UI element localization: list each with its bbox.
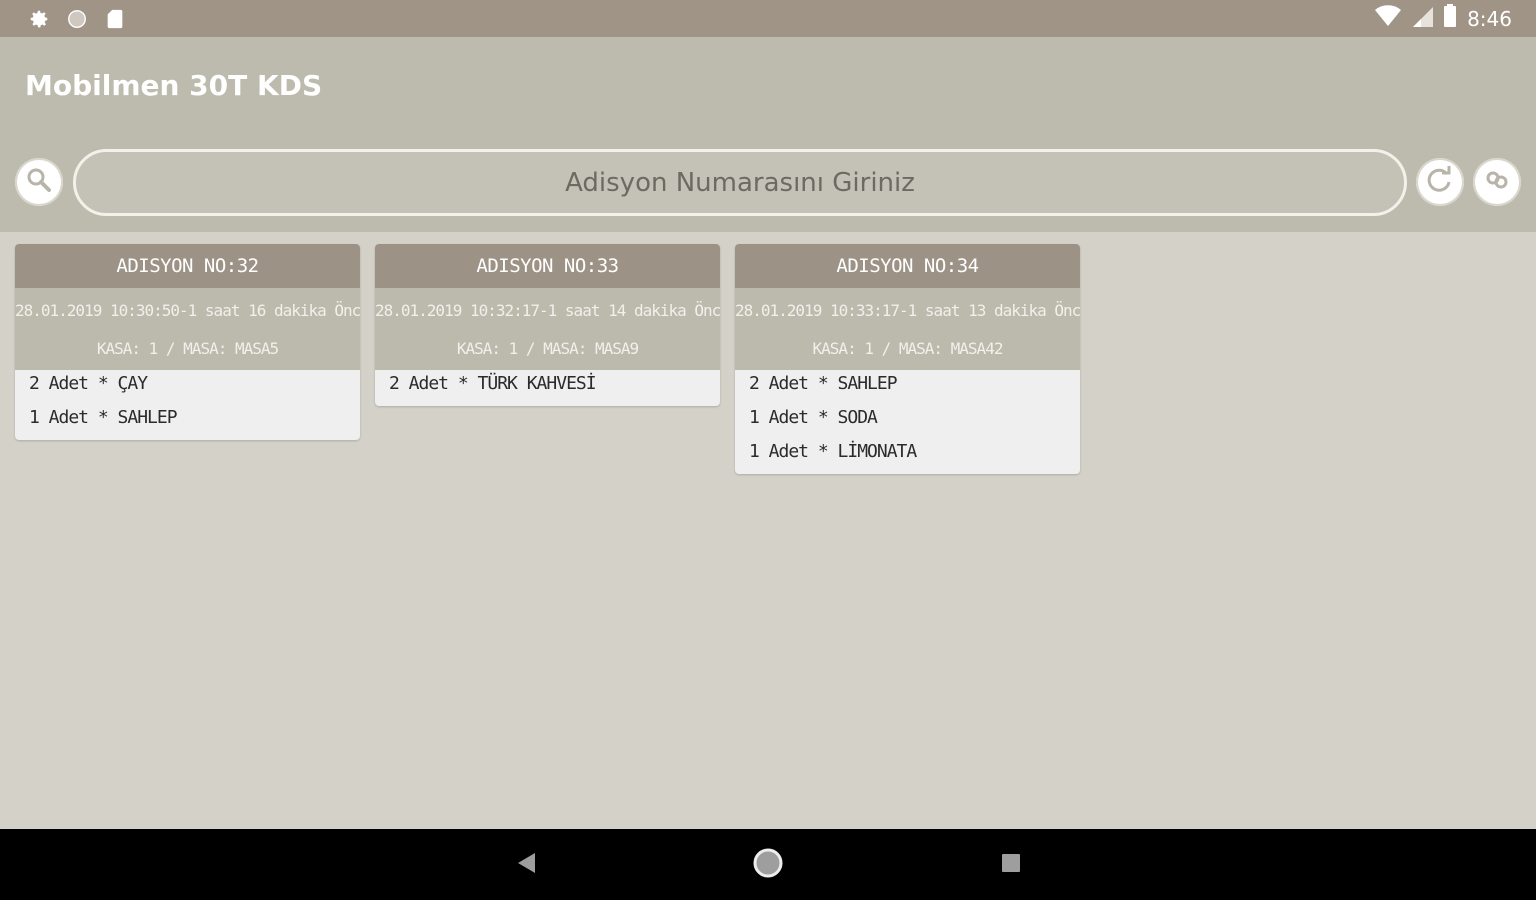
back-button[interactable] <box>508 847 544 883</box>
order-location: KASA: 1 / MASA: MASA5 <box>96 339 279 358</box>
status-time: 8:46 <box>1467 6 1512 31</box>
battery-icon <box>1443 4 1457 33</box>
back-icon <box>515 851 537 880</box>
order-time: 28.01.2019 10:33:17-1 saat 13 dakika Önc… <box>735 301 1080 320</box>
order-time: 28.01.2019 10:30:50-1 saat 16 dakika Önc… <box>15 301 360 320</box>
status-left-icons <box>28 8 126 30</box>
order-items: 2 Adet * SAHLEP 1 Adet * SODA 1 Adet * L… <box>735 370 1080 474</box>
app-bar: Mobilmen 30T KDS <box>0 37 1536 232</box>
order-item: 1 Adet * LİMONATA <box>749 441 917 462</box>
app-title: Mobilmen 30T KDS <box>25 69 323 102</box>
order-items: 2 Adet * TÜRK KAHVESİ <box>375 370 720 406</box>
recents-icon <box>1000 852 1022 879</box>
order-header: ADISYON NO:32 <box>15 244 360 288</box>
order-time: 28.01.2019 10:32:17-1 saat 14 dakika Önc… <box>375 301 720 320</box>
home-button[interactable] <box>750 847 786 883</box>
search-input[interactable] <box>76 166 1404 199</box>
search-icon <box>25 166 53 199</box>
recents-button[interactable] <box>993 847 1029 883</box>
order-card[interactable]: ADISYON NO:34 28.01.2019 10:33:17-1 saat… <box>735 244 1080 474</box>
order-item: 1 Adet * SODA <box>749 407 878 428</box>
order-item: 1 Adet * SAHLEP <box>29 407 178 428</box>
link-settings-button[interactable] <box>1473 158 1521 206</box>
navigation-bar <box>0 829 1536 900</box>
search-button[interactable] <box>15 158 63 206</box>
order-item: 2 Adet * TÜRK KAHVESİ <box>389 373 597 394</box>
order-location: KASA: 1 / MASA: MASA9 <box>456 339 639 358</box>
order-location: KASA: 1 / MASA: MASA42 <box>812 339 1004 358</box>
wifi-icon <box>1375 5 1402 32</box>
settings-icon <box>28 8 50 30</box>
order-item: 2 Adet * ÇAY <box>29 373 148 394</box>
order-header: ADISYON NO:33 <box>375 244 720 288</box>
circle-icon <box>66 8 88 30</box>
order-header: ADISYON NO:34 <box>735 244 1080 288</box>
link-icon <box>1482 165 1512 200</box>
order-item: 2 Adet * SAHLEP <box>749 373 898 394</box>
order-card[interactable]: ADISYON NO:32 28.01.2019 10:30:50-1 saat… <box>15 244 360 440</box>
search-field[interactable] <box>73 149 1407 216</box>
status-bar: 8:46 <box>0 0 1536 37</box>
order-meta: 28.01.2019 10:30:50-1 saat 16 dakika Önc… <box>15 288 360 370</box>
home-icon <box>751 846 785 885</box>
status-right-icons: 8:46 <box>1375 4 1512 33</box>
order-meta: 28.01.2019 10:32:17-1 saat 14 dakika Önc… <box>375 288 720 370</box>
sd-card-icon <box>104 8 126 30</box>
refresh-icon <box>1425 165 1455 200</box>
signal-icon <box>1411 5 1434 32</box>
order-items: 2 Adet * ÇAY 1 Adet * SAHLEP <box>15 370 360 440</box>
order-card[interactable]: ADISYON NO:33 28.01.2019 10:32:17-1 saat… <box>375 244 720 406</box>
order-meta: 28.01.2019 10:33:17-1 saat 13 dakika Önc… <box>735 288 1080 370</box>
refresh-button[interactable] <box>1416 158 1464 206</box>
order-cards: ADISYON NO:32 28.01.2019 10:30:50-1 saat… <box>15 244 1080 474</box>
